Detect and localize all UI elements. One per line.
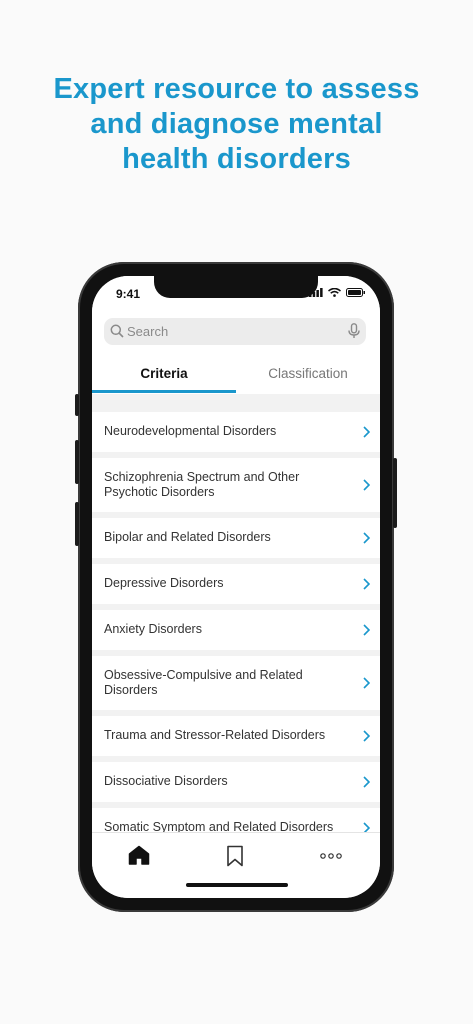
battery-icon [346, 288, 365, 297]
volume-down-button [75, 502, 79, 546]
tab-criteria[interactable]: Criteria [92, 366, 236, 381]
list-item-label: Schizophrenia Spectrum and Other Psychot… [104, 469, 300, 500]
chevron-right-icon [363, 532, 370, 544]
chevron-right-icon [363, 730, 370, 742]
chevron-right-icon [363, 677, 370, 689]
chevron-right-icon [363, 578, 370, 590]
tab-bar [92, 832, 380, 898]
list-item[interactable]: Anxiety Disorders [92, 610, 380, 650]
list-item-label: Neurodevelopmental Disorders [104, 424, 277, 439]
chevron-right-icon [363, 776, 370, 788]
volume-up-button [75, 440, 79, 484]
list-item-label: Bipolar and Related Disorders [104, 530, 271, 545]
status-time: 9:41 [116, 287, 141, 301]
more-icon[interactable] [320, 853, 342, 859]
bookmark-icon[interactable] [226, 845, 244, 867]
signal-icon [309, 288, 323, 297]
microphone-icon[interactable] [348, 323, 360, 339]
notch [154, 276, 318, 298]
list-item-label: Dissociative Disorders [104, 774, 228, 789]
chevron-right-icon [363, 479, 370, 491]
list-item-label: Anxiety Disorders [104, 622, 202, 637]
list-item[interactable]: Obsessive-Compulsive and Related Disorde… [92, 656, 380, 710]
list-item[interactable]: Trauma and Stressor-Related Disorders [92, 716, 380, 756]
power-button [393, 458, 397, 528]
active-tab-indicator [92, 390, 236, 393]
home-icon[interactable] [128, 845, 150, 865]
list-item[interactable]: Depressive Disorders [92, 564, 380, 604]
app-screen: 9:41 Search Criteria Classification Neur… [92, 276, 380, 898]
search-icon [110, 324, 124, 338]
list-item[interactable]: Dissociative Disorders [92, 762, 380, 802]
list-item[interactable]: Bipolar and Related Disorders [92, 518, 380, 558]
home-indicator [186, 883, 288, 887]
chevron-right-icon [363, 624, 370, 636]
list-item[interactable]: Neurodevelopmental Disorders [92, 412, 380, 452]
chevron-right-icon [363, 426, 370, 438]
headline: Expert resource to assess and diagnose m… [0, 72, 473, 177]
headline-line-3: health disorders [122, 143, 351, 175]
status-icons [309, 288, 366, 297]
headline-line-1: Expert resource to assess [53, 73, 420, 105]
wifi-icon [328, 288, 341, 297]
list-item-label: Trauma and Stressor-Related Disorders [104, 728, 326, 743]
disorder-list: Neurodevelopmental Disorders Schizophren… [92, 412, 380, 854]
list-item-label: Obsessive-Compulsive and Related Disorde… [104, 667, 303, 698]
tab-classification[interactable]: Classification [236, 366, 380, 381]
search-input[interactable]: Search [127, 324, 168, 339]
list-item-label: Depressive Disorders [104, 576, 224, 591]
list-item[interactable]: Schizophrenia Spectrum and Other Psychot… [92, 458, 380, 512]
search-bar[interactable]: Search [104, 318, 366, 345]
headline-line-2: and diagnose mental [90, 108, 383, 140]
mute-switch [75, 394, 79, 416]
